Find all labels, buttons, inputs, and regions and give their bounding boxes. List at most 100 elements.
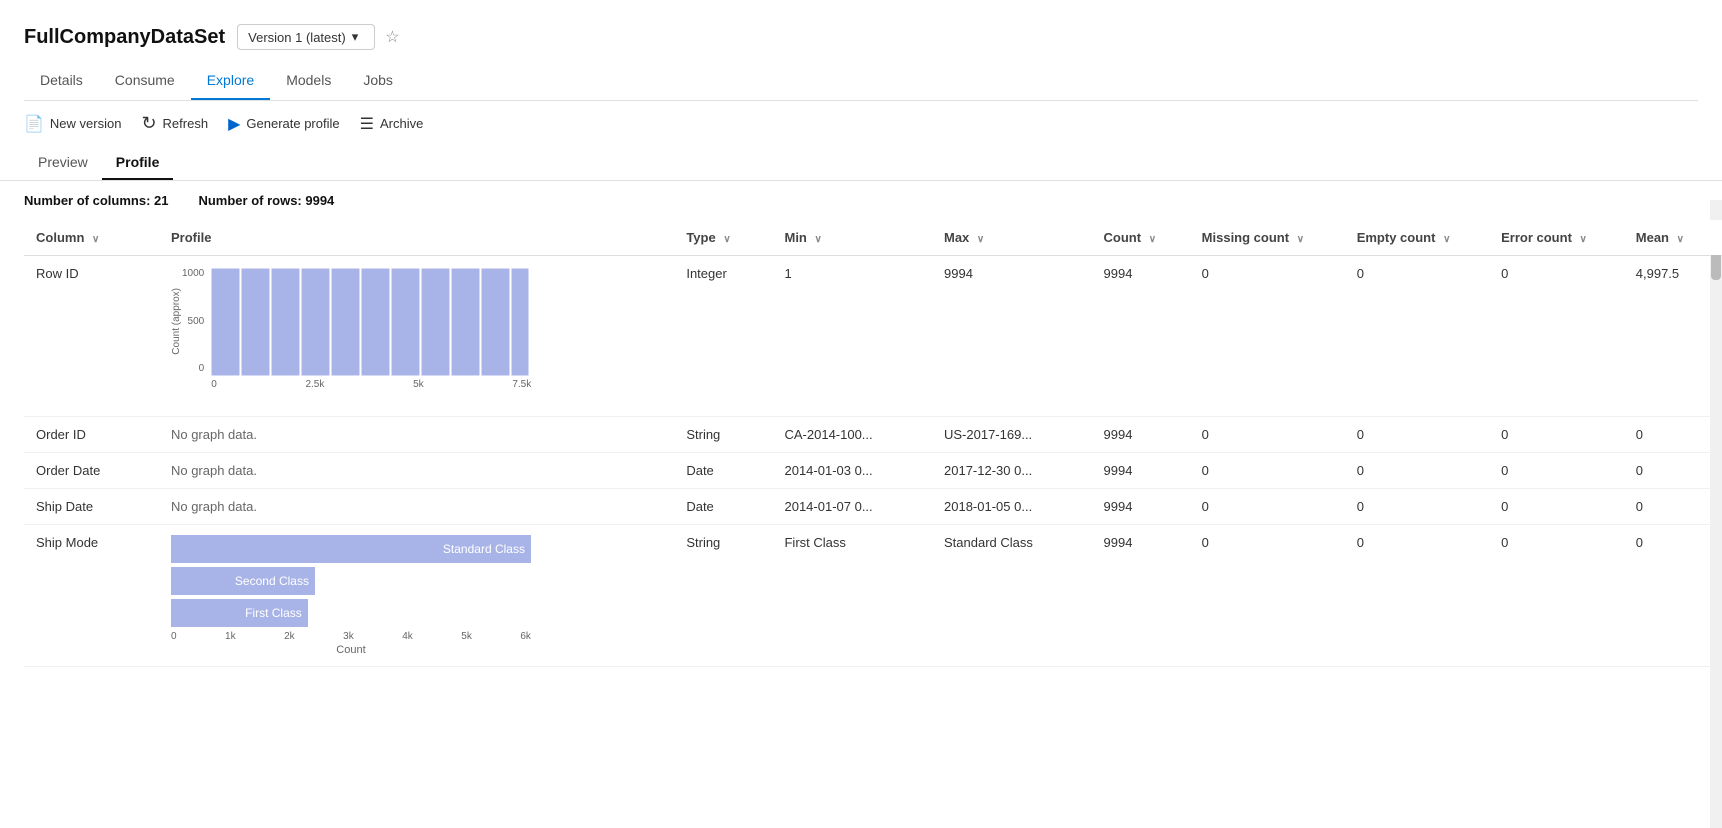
cell-min-shipdate: 2014-01-07 0...	[772, 489, 932, 525]
x-axis-labels-shipmode: 0 1k 2k 3k 4k 5k 6k	[171, 631, 531, 642]
sort-icon-mean: ∨	[1677, 234, 1684, 245]
cell-column-shipmode: Ship Mode	[24, 525, 159, 667]
cell-count-shipdate: 9994	[1092, 489, 1190, 525]
sub-tabs: Preview Profile	[0, 146, 1722, 181]
col-header-empty[interactable]: Empty count ∨	[1345, 220, 1489, 256]
sort-icon-type: ∨	[723, 234, 730, 245]
archive-icon: ☰	[360, 114, 374, 134]
cell-max-rowid: 9994	[932, 256, 1092, 417]
archive-button[interactable]: ☰ Archive	[360, 114, 424, 134]
columns-count: Number of columns: 21	[24, 193, 168, 208]
sort-icon-column: ∨	[92, 234, 99, 245]
col-header-type[interactable]: Type ∨	[674, 220, 772, 256]
toolbar: 📄 New version ↻ Refresh ▶ Generate profi…	[0, 101, 1722, 146]
y-label-1000: 1000	[182, 268, 204, 279]
cell-empty-orderid: 0	[1345, 417, 1489, 453]
cell-profile-rowid: Count (approx) 1000 500 0	[159, 256, 674, 417]
bar-row-second: Second Class	[171, 567, 531, 595]
sort-icon-error: ∨	[1580, 234, 1587, 245]
cell-missing-orderdate: 0	[1190, 453, 1345, 489]
cell-count-shipmode: 9994	[1092, 525, 1190, 667]
cell-profile-shipmode: Standard Class Second Class Fi	[159, 525, 674, 667]
cell-max-orderdate: 2017-12-30 0...	[932, 453, 1092, 489]
col-header-max[interactable]: Max ∨	[932, 220, 1092, 256]
cell-type-shipdate: Date	[674, 489, 772, 525]
cell-empty-shipdate: 0	[1345, 489, 1489, 525]
table-row: Order Date No graph data. Date 2014-01-0…	[24, 453, 1722, 489]
bar-row-standard: Standard Class	[171, 535, 531, 563]
y-label-500: 500	[182, 316, 204, 327]
table-row: Ship Date No graph data. Date 2014-01-07…	[24, 489, 1722, 525]
app-title: FullCompanyDataSet	[24, 26, 225, 49]
col-header-count[interactable]: Count ∨	[1092, 220, 1190, 256]
sort-icon-min: ∨	[815, 234, 822, 245]
cell-empty-orderdate: 0	[1345, 453, 1489, 489]
x-axis-title-shipmode: Count	[171, 644, 531, 656]
favorite-icon[interactable]: ☆	[385, 27, 399, 47]
chevron-down-icon: ▾	[352, 29, 359, 45]
bar-chart-shipmode: Standard Class Second Class Fi	[171, 535, 531, 656]
bar-label-standard: Standard Class	[443, 542, 525, 556]
sub-tab-preview[interactable]: Preview	[24, 146, 102, 180]
table-row: Ship Mode Standard Class Second Class	[24, 525, 1722, 667]
cell-error-shipmode: 0	[1489, 525, 1624, 667]
sort-icon-count: ∨	[1149, 234, 1156, 245]
generate-profile-button[interactable]: ▶ Generate profile	[228, 114, 340, 134]
tab-details[interactable]: Details	[24, 62, 99, 100]
cell-count-orderdate: 9994	[1092, 453, 1190, 489]
y-axis-title: Count (approx)	[171, 288, 182, 355]
sort-icon-max: ∨	[977, 234, 984, 245]
y-label-0: 0	[182, 363, 204, 374]
col-header-error[interactable]: Error count ∨	[1489, 220, 1624, 256]
cell-mean-shipdate: 0	[1624, 489, 1722, 525]
refresh-icon: ↻	[141, 113, 156, 134]
col-header-column[interactable]: Column ∨	[24, 220, 159, 256]
cell-column-orderdate: Order Date	[24, 453, 159, 489]
refresh-button[interactable]: ↻ Refresh	[141, 113, 208, 134]
no-graph-label: No graph data.	[171, 427, 257, 442]
cell-missing-shipmode: 0	[1190, 525, 1345, 667]
cell-max-shipmode: Standard Class	[932, 525, 1092, 667]
sort-icon-empty: ∨	[1443, 234, 1450, 245]
col-header-min[interactable]: Min ∨	[772, 220, 932, 256]
scrollbar[interactable]	[1710, 200, 1722, 828]
new-version-icon: 📄	[24, 114, 44, 134]
cell-profile-shipdate: No graph data.	[159, 489, 674, 525]
stats-bar: Number of columns: 21 Number of rows: 99…	[0, 181, 1722, 220]
cell-profile-orderid: No graph data.	[159, 417, 674, 453]
tab-models[interactable]: Models	[270, 62, 347, 100]
histogram-rowid: Count (approx) 1000 500 0	[171, 266, 551, 406]
cell-error-shipdate: 0	[1489, 489, 1624, 525]
histogram-svg	[211, 266, 531, 376]
bar-label-second: Second Class	[235, 574, 309, 588]
sort-icon-missing: ∨	[1297, 234, 1304, 245]
col-header-missing[interactable]: Missing count ∨	[1190, 220, 1345, 256]
cell-mean-orderid: 0	[1624, 417, 1722, 453]
cell-mean-orderdate: 0	[1624, 453, 1722, 489]
col-header-profile: Profile	[159, 220, 674, 256]
data-table-container[interactable]: Column ∨ Profile Type ∨ Min ∨ Max ∨	[0, 220, 1722, 828]
cell-column-orderid: Order ID	[24, 417, 159, 453]
cell-missing-shipdate: 0	[1190, 489, 1345, 525]
tab-consume[interactable]: Consume	[99, 62, 191, 100]
col-header-mean[interactable]: Mean ∨	[1624, 220, 1722, 256]
cell-count-rowid: 9994	[1092, 256, 1190, 417]
table-header-row: Column ∨ Profile Type ∨ Min ∨ Max ∨	[24, 220, 1722, 256]
cell-mean-shipmode: 0	[1624, 525, 1722, 667]
cell-profile-orderdate: No graph data.	[159, 453, 674, 489]
cell-mean-rowid: 4,997.5	[1624, 256, 1722, 417]
nav-tabs: Details Consume Explore Models Jobs	[24, 62, 1698, 101]
cell-min-orderdate: 2014-01-03 0...	[772, 453, 932, 489]
new-version-button[interactable]: 📄 New version	[24, 114, 121, 134]
bar-row-first: First Class	[171, 599, 531, 627]
no-graph-label: No graph data.	[171, 499, 257, 514]
table-row: Row ID Count (approx) 1000 500 0	[24, 256, 1722, 417]
cell-count-orderid: 9994	[1092, 417, 1190, 453]
sub-tab-profile[interactable]: Profile	[102, 146, 174, 180]
data-table: Column ∨ Profile Type ∨ Min ∨ Max ∨	[24, 220, 1722, 667]
tab-jobs[interactable]: Jobs	[347, 62, 409, 100]
rows-count: Number of rows: 9994	[198, 193, 334, 208]
tab-explore[interactable]: Explore	[191, 62, 270, 100]
cell-error-orderdate: 0	[1489, 453, 1624, 489]
version-dropdown[interactable]: Version 1 (latest) ▾	[237, 24, 375, 50]
